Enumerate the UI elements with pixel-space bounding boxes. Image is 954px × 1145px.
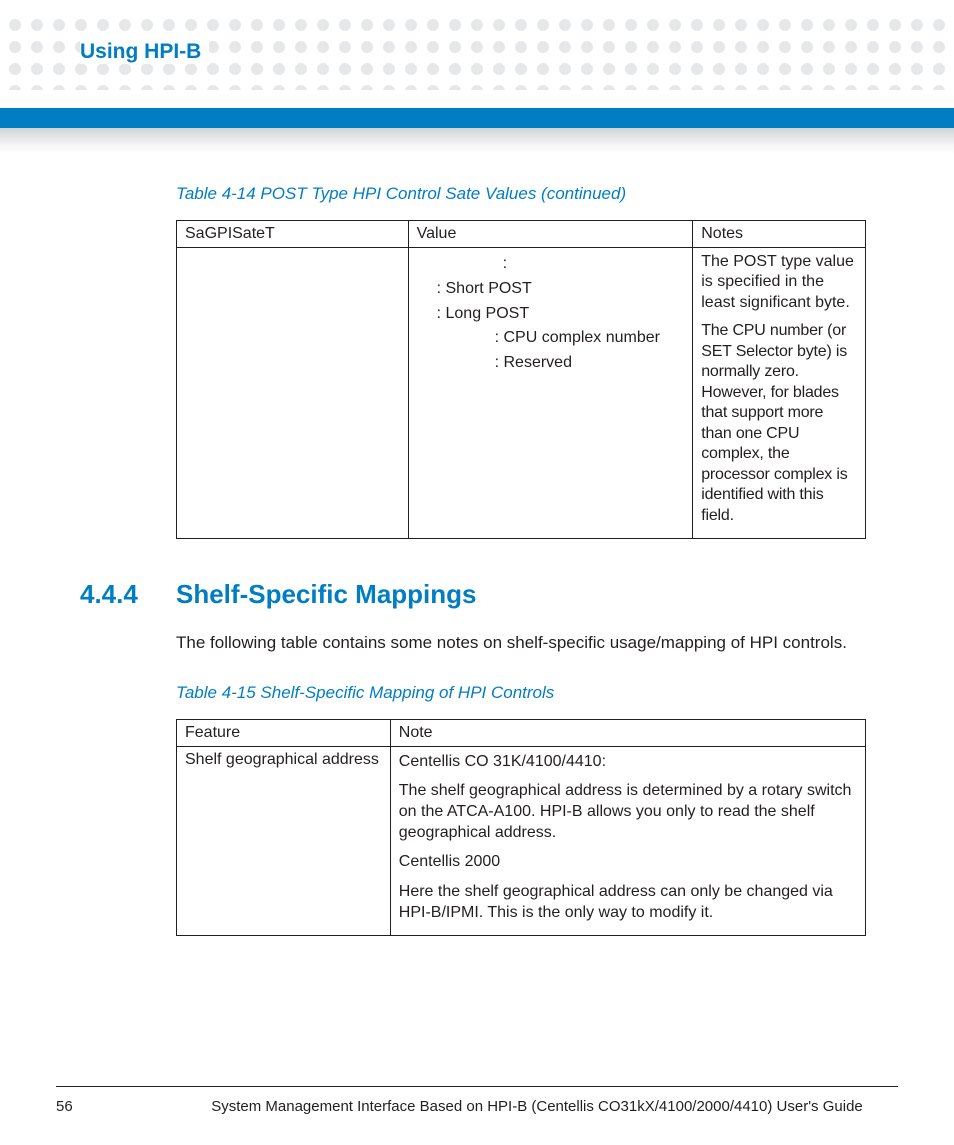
table-header-row: Feature Note xyxy=(177,720,866,747)
cell-feature: Shelf geographical address xyxy=(177,747,391,936)
value-line-cpu-complex: : CPU complex number xyxy=(417,326,685,351)
cell-sagpisatet xyxy=(177,248,409,539)
table-4-15-caption: Table 4-15 Shelf-Specific Mapping of HPI… xyxy=(176,683,876,703)
note-p2: The shelf geographical address is determ… xyxy=(399,780,857,843)
cell-note: Centellis CO 31K/4100/4410: The shelf ge… xyxy=(390,747,865,936)
th-notes: Notes xyxy=(693,221,866,248)
table-4-15: Feature Note Shelf geographical address … xyxy=(176,719,866,936)
value-line-colon: : xyxy=(417,252,685,277)
section-heading: 4.4.4 Shelf-Specific Mappings xyxy=(80,579,876,610)
chapter-title: Using HPI-B xyxy=(80,40,209,64)
footer-rule xyxy=(56,1086,898,1087)
table-4-14: SaGPISateT Value Notes : : Short POST : … xyxy=(176,220,866,539)
page-content: Table 4-14 POST Type HPI Control Sate Va… xyxy=(176,184,876,936)
th-feature: Feature xyxy=(177,720,391,747)
value-line-short-post: : Short POST xyxy=(417,277,685,302)
note-p1: Centellis CO 31K/4100/4410: xyxy=(399,751,857,772)
value-line-long-post: : Long POST xyxy=(417,302,685,327)
note-p3: Centellis 2000 xyxy=(399,851,857,872)
section-intro: The following table contains some notes … xyxy=(176,632,876,655)
cell-value: : : Short POST : Long POST : CPU complex… xyxy=(408,248,693,539)
header-gray-bar xyxy=(0,128,954,154)
th-note: Note xyxy=(390,720,865,747)
section-title: Shelf-Specific Mappings xyxy=(176,579,477,610)
table-header-row: SaGPISateT Value Notes xyxy=(177,221,866,248)
notes-p2: The CPU number (or SET Selector byte) is… xyxy=(701,321,857,526)
notes-p1: The POST type value is specified in the … xyxy=(701,252,857,313)
th-value: Value xyxy=(408,221,693,248)
header-blue-bar xyxy=(0,108,954,128)
cell-notes: The POST type value is specified in the … xyxy=(693,248,866,539)
th-sagpisatet: SaGPISateT xyxy=(177,221,409,248)
note-p4: Here the shelf geographical address can … xyxy=(399,881,857,923)
table-row: Shelf geographical address Centellis CO … xyxy=(177,747,866,936)
footer-guide-title: System Management Interface Based on HPI… xyxy=(0,1098,954,1115)
table-4-14-caption: Table 4-14 POST Type HPI Control Sate Va… xyxy=(176,184,876,204)
section-number: 4.4.4 xyxy=(80,579,176,610)
value-line-reserved: : Reserved xyxy=(417,351,685,376)
table-row: : : Short POST : Long POST : CPU complex… xyxy=(177,248,866,539)
